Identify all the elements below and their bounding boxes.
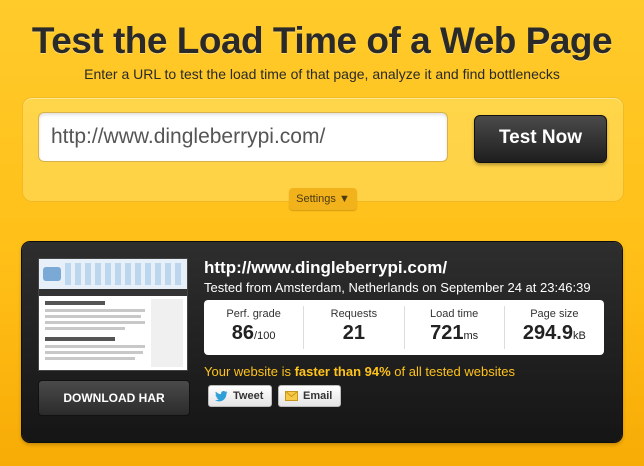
metric-value: 721 [430,322,464,344]
metric-label: Requests [330,308,378,320]
speed-verdict: Your website is faster than 94% of all t… [204,364,515,379]
tweet-button[interactable]: Tweet [208,385,273,407]
metric-load-time: Load time 721ms [405,306,505,349]
email-button[interactable]: Email [278,385,342,407]
download-har-button[interactable]: DOWNLOAD HAR [38,380,190,416]
metrics-box: Perf. grade 86/100 Requests 21 Load time… [204,300,604,355]
metric-unit: /100 [254,330,276,342]
tweet-label: Tweet [233,390,264,402]
metric-requests: Requests 21 [304,306,405,349]
test-location-timestamp: Tested from Amsterdam, Netherlands on Se… [204,280,591,295]
settings-dropdown-button[interactable]: Settings ▼ [289,188,357,210]
metric-unit: kB [572,330,586,342]
website-screenshot-thumbnail [38,258,188,371]
metric-label: Perf. grade [226,308,281,320]
metric-unit: ms [463,330,479,342]
email-label: Email [303,390,333,402]
metric-perf-grade: Perf. grade 86/100 [204,306,305,349]
test-now-button[interactable]: Test Now [474,115,607,163]
page-title: Test the Load Time of a Web Page [31,20,613,61]
metric-value: 86 [231,322,255,344]
metric-value: 21 [342,322,365,344]
metric-value: 294.9 [522,322,573,344]
url-form-panel: Test Now Settings ▼ [22,97,624,210]
url-input[interactable] [38,112,448,162]
page-subtitle: Enter a URL to test the load time of tha… [84,66,560,82]
results-panel: DOWNLOAD HAR http://www.dingleberrypi.co… [22,242,622,442]
metric-label: Load time [429,308,479,320]
email-envelope-icon [285,391,298,401]
metric-page-size: Page size 294.9kB [505,306,604,349]
verdict-highlight: faster than 94% [294,364,391,379]
result-url: http://www.dingleberrypi.com/ [204,258,448,277]
metric-label: Page size [530,308,579,320]
twitter-bird-icon [215,391,228,402]
